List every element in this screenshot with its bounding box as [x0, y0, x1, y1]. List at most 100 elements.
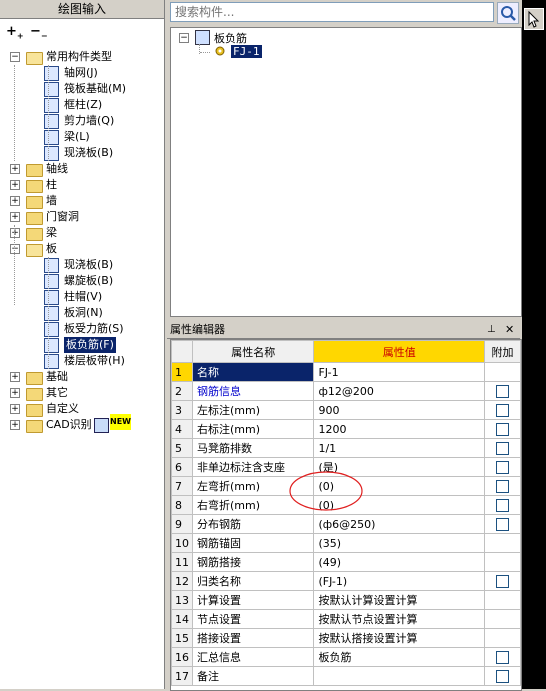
tree-item[interactable]: 现浇板(B): [0, 145, 164, 161]
tree-item[interactable]: 框柱(Z): [0, 97, 164, 113]
expand-toggle[interactable]: +: [10, 212, 20, 222]
extra-checkbox[interactable]: [496, 669, 510, 683]
tree-item[interactable]: 剪力墙(Q): [0, 113, 164, 129]
tree-item[interactable]: 柱帽(V): [0, 289, 164, 305]
property-name: 搭接设置: [191, 628, 315, 648]
tree-folder[interactable]: + 自定义: [0, 401, 164, 417]
tree-folder[interactable]: − 常用构件类型: [0, 49, 164, 65]
search-input[interactable]: [170, 2, 494, 22]
property-row[interactable]: 2 钢筋信息 ф12@200: [171, 381, 521, 401]
property-value[interactable]: (ф6@250): [313, 514, 486, 534]
extra-cell: [484, 628, 521, 648]
cursor-arrow-icon: [528, 10, 540, 28]
expand-toggle[interactable]: +: [10, 180, 20, 190]
property-value[interactable]: 按默认搭接设置计算: [313, 628, 486, 648]
close-icon[interactable]: ✕: [505, 322, 514, 338]
tree-folder[interactable]: + 门窗洞: [0, 209, 164, 225]
expand-toggle[interactable]: +: [10, 388, 20, 398]
property-value[interactable]: 按默认计算设置计算: [313, 590, 486, 610]
right-dock-strip: [522, 0, 546, 689]
extra-cell: [484, 362, 521, 382]
expand-all-icon[interactable]: ++: [6, 25, 24, 44]
tree-item[interactable]: 螺旋板(B): [0, 273, 164, 289]
row-number: 3: [171, 400, 193, 420]
extra-checkbox[interactable]: [496, 441, 510, 455]
tree-item[interactable]: 现浇板(B): [0, 257, 164, 273]
property-row[interactable]: 4 右标注(mm) 1200: [171, 419, 521, 439]
property-row[interactable]: 12 归类名称 (FJ-1): [171, 571, 521, 591]
property-row[interactable]: 1 名称 FJ-1: [171, 362, 521, 382]
tree-folder[interactable]: + 柱: [0, 177, 164, 193]
expand-toggle[interactable]: +: [10, 164, 20, 174]
property-row[interactable]: 11 钢筋搭接 (49): [171, 552, 521, 572]
tree-folder[interactable]: + CAD识别 NEW: [0, 414, 164, 433]
property-row[interactable]: 5 马凳筋排数 1/1: [171, 438, 521, 458]
tree-item[interactable]: 板洞(N): [0, 305, 164, 321]
property-value[interactable]: 1200: [313, 419, 486, 439]
new-badge: NEW: [110, 414, 131, 430]
extra-checkbox[interactable]: [496, 517, 510, 531]
extra-checkbox[interactable]: [496, 384, 510, 398]
tree-item[interactable]: 板受力筋(S): [0, 321, 164, 337]
extra-checkbox[interactable]: [496, 498, 510, 512]
collapse-toggle[interactable]: −: [179, 33, 189, 43]
gear-icon: [214, 45, 226, 57]
property-value[interactable]: (35): [313, 533, 486, 553]
extra-checkbox[interactable]: [496, 650, 510, 664]
extra-checkbox[interactable]: [496, 460, 510, 474]
tree-folder[interactable]: + 墙: [0, 193, 164, 209]
raft-foundation-icon: [44, 82, 59, 97]
pointer-tool-button[interactable]: [524, 8, 544, 30]
property-value[interactable]: FJ-1: [313, 362, 486, 382]
tree-folder[interactable]: + 基础: [0, 369, 164, 385]
column-icon: [44, 98, 59, 113]
extra-checkbox[interactable]: [496, 479, 510, 493]
tree-item[interactable]: 楼层板带(H): [0, 353, 164, 369]
property-value[interactable]: (49): [313, 552, 486, 572]
slab-icon: [44, 146, 59, 161]
column-cap-icon: [44, 290, 59, 305]
pin-icon[interactable]: ⊥: [487, 322, 496, 338]
property-row[interactable]: 14 节点设置 按默认节点设置计算: [171, 609, 521, 629]
tree-folder[interactable]: + 其它: [0, 385, 164, 401]
extra-cell: [484, 590, 521, 610]
collapse-toggle[interactable]: −: [10, 52, 20, 62]
expand-toggle[interactable]: +: [10, 196, 20, 206]
expand-toggle[interactable]: +: [10, 404, 20, 414]
search-icon: [501, 6, 516, 21]
extra-checkbox[interactable]: [496, 574, 510, 588]
property-row[interactable]: 13 计算设置 按默认计算设置计算: [171, 590, 521, 610]
property-value[interactable]: (FJ-1): [313, 571, 486, 591]
extra-checkbox[interactable]: [496, 422, 510, 436]
property-value[interactable]: 1/1: [313, 438, 486, 458]
collapse-toggle[interactable]: −: [10, 244, 20, 254]
property-value[interactable]: ф12@200: [313, 381, 486, 401]
collapse-all-icon[interactable]: −−: [30, 25, 48, 44]
expand-toggle[interactable]: +: [10, 372, 20, 382]
component-group-label[interactable]: 板负筋: [214, 30, 247, 46]
tree-folder-label: 柱: [46, 178, 57, 191]
expand-toggle[interactable]: +: [10, 420, 20, 430]
tree-item-label: 板受力筋(S): [64, 322, 124, 335]
tree-item[interactable]: 轴网(J): [0, 65, 164, 81]
property-row[interactable]: 17 备注: [171, 666, 521, 686]
property-value[interactable]: [313, 666, 486, 686]
property-row[interactable]: 16 汇总信息 板负筋: [171, 647, 521, 667]
property-row[interactable]: 10 钢筋锚固 (35): [171, 533, 521, 553]
property-row[interactable]: 3 左标注(mm) 900: [171, 400, 521, 420]
property-row[interactable]: 15 搭接设置 按默认搭接设置计算: [171, 628, 521, 648]
property-value[interactable]: 按默认节点设置计算: [313, 609, 486, 629]
property-value[interactable]: 板负筋: [313, 647, 486, 667]
tree-item[interactable]: 梁(L): [0, 129, 164, 145]
search-button[interactable]: [497, 2, 519, 24]
property-row[interactable]: 9 分布钢筋 (ф6@250): [171, 514, 521, 534]
tree-folder[interactable]: + 梁: [0, 225, 164, 241]
expand-toggle[interactable]: +: [10, 228, 20, 238]
tree-folder[interactable]: − 板: [0, 241, 164, 257]
tree-item[interactable]: 筏板基础(M): [0, 81, 164, 97]
extra-checkbox[interactable]: [496, 403, 510, 417]
property-value[interactable]: 900: [313, 400, 486, 420]
tree-folder[interactable]: + 轴线: [0, 161, 164, 177]
tree-item[interactable]: 板负筋(F): [0, 337, 164, 353]
component-item-fj1[interactable]: FJ-1: [231, 45, 262, 58]
